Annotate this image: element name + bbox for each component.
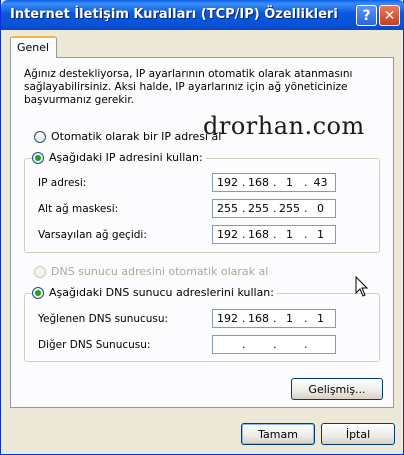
alternate-dns-label: Diğer DNS Sunucusu:: [38, 339, 151, 351]
radio-manual-ip-label: Aşağıdaki IP adresini kullan:: [49, 151, 203, 164]
ip-address-label: IP adresi:: [38, 177, 87, 189]
ip-octet: 1: [286, 312, 293, 325]
ip-octet: 255: [217, 202, 238, 215]
default-gateway-input[interactable]: 192. 168. 1. 1: [212, 225, 336, 244]
mouse-cursor-icon: [355, 276, 369, 297]
close-icon: ✕: [383, 7, 396, 24]
ip-octet: 168: [248, 312, 269, 325]
title-bar[interactable]: Internet İletişim Kuralları (TCP/IP) Öze…: [1, 0, 404, 30]
ip-octet: 0: [317, 202, 324, 215]
ip-dot: .: [273, 338, 277, 351]
cancel-button[interactable]: İptal: [321, 423, 395, 445]
radio-manual-dns-circle[interactable]: [32, 286, 44, 299]
ip-octet: 1: [286, 228, 293, 241]
preferred-dns-label: Yeğlenen DNS sunucusu:: [38, 313, 169, 325]
ip-address-input[interactable]: 192. 168. 1. 43: [212, 173, 336, 192]
close-button[interactable]: ✕: [379, 5, 400, 26]
subnet-mask-label: Alt ağ maskesi:: [38, 203, 119, 215]
radio-auto-dns-label: DNS sunucu adresini otomatik olarak al: [51, 265, 269, 278]
radio-auto-dns[interactable]: DNS sunucu adresini otomatik olarak al: [34, 265, 272, 278]
ip-octet: 168: [248, 176, 269, 189]
radio-auto-ip[interactable]: Otomatik olarak bir IP adresi al: [34, 130, 225, 143]
radio-auto-ip-label: Otomatik olarak bir IP adresi al: [51, 130, 222, 143]
ip-dot: .: [304, 338, 308, 351]
ip-dot: .: [242, 338, 246, 351]
radio-manual-ip-circle[interactable]: [32, 151, 44, 164]
radio-manual-ip[interactable]: Aşağıdaki IP adresini kullan:: [32, 151, 206, 164]
tab-general-label: Genel: [17, 41, 50, 54]
tab-general[interactable]: Genel: [10, 36, 57, 58]
alternate-dns-input[interactable]: . . .: [212, 335, 336, 354]
ip-octet: 192: [217, 176, 238, 189]
ip-octet: 1: [286, 176, 293, 189]
ip-octet: 255: [248, 202, 269, 215]
cancel-button-label: İptal: [345, 427, 371, 441]
tcpip-properties-window: Internet İletişim Kuralları (TCP/IP) Öze…: [0, 0, 404, 455]
intro-text: Ağınız destekliyorsa, IP ayarlarının oto…: [24, 68, 353, 106]
ip-octet: 1: [317, 228, 324, 241]
ip-octet: 168: [248, 228, 269, 241]
ip-octet: 43: [313, 176, 328, 189]
ok-button[interactable]: Tamam: [241, 423, 315, 445]
ok-button-label: Tamam: [258, 427, 298, 441]
default-gateway-label: Varsayılan ağ geçidi:: [38, 229, 147, 241]
help-icon: ?: [362, 7, 371, 24]
advanced-button[interactable]: Gelişmiş...: [291, 378, 383, 400]
advanced-button-label: Gelişmiş...: [308, 382, 366, 396]
radio-manual-dns-label: Aşağıdaki DNS sunucu adreslerini kullan:: [49, 286, 274, 299]
radio-manual-dns[interactable]: Aşağıdaki DNS sunucu adreslerini kullan:: [32, 286, 277, 299]
ip-octet: 255: [279, 202, 300, 215]
ip-octet: 1: [317, 312, 324, 325]
help-button[interactable]: ?: [356, 5, 377, 26]
subnet-mask-input[interactable]: 255. 255. 255. 0: [212, 199, 336, 218]
ip-octet: 192: [217, 228, 238, 241]
watermark-text: drorhan.com: [203, 112, 365, 140]
radio-auto-dns-circle[interactable]: [34, 265, 46, 278]
window-title: Internet İletişim Kuralları (TCP/IP) Öze…: [10, 7, 338, 22]
preferred-dns-input[interactable]: 192. 168. 1. 1: [212, 309, 336, 328]
ip-octet: 192: [217, 312, 238, 325]
radio-auto-ip-circle[interactable]: [34, 130, 46, 143]
